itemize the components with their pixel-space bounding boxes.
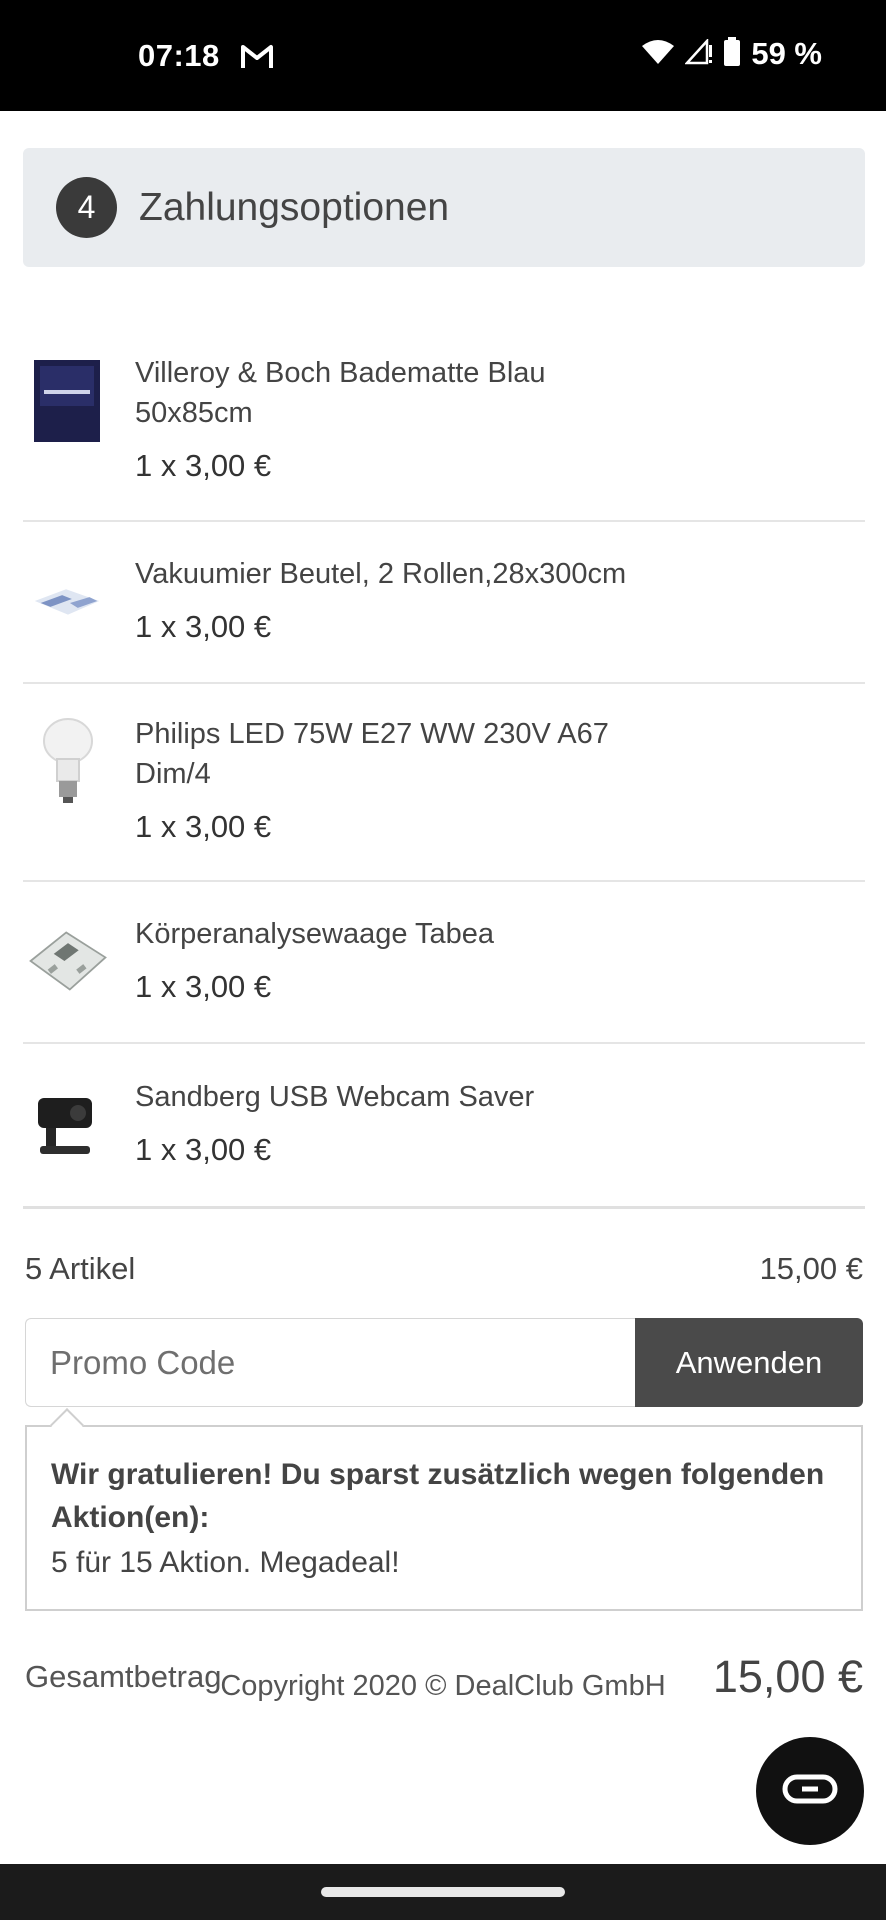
payment-options-step[interactable]: 4 Zahlungsoptionen [23,148,865,267]
cart-item-list: Villeroy & Boch Badematte Blau 50x85cm 1… [23,320,865,1209]
webcam-thumbnail [27,1077,109,1171]
status-icons: 59 % [641,36,822,72]
item-price: 1 x 3,00 € [135,609,272,644]
promotion-notice: Wir gratulieren! Du sparst zusätzlich we… [25,1408,863,1611]
chat-icon [782,1774,838,1809]
cart-item: Vakuumier Beutel, 2 Rollen,28x300cm 1 x … [23,522,865,684]
item-name: Villeroy & Boch Badematte Blau [135,357,546,389]
item-price: 1 x 3,00 € [135,809,272,844]
item-price: 1 x 3,00 € [135,969,272,1004]
promo-code-input[interactable] [25,1318,635,1407]
chat-button[interactable] [756,1737,864,1845]
item-price: 1 x 3,00 € [135,1132,272,1167]
gmail-icon [240,42,274,70]
items-subtotal: 15,00 € [759,1251,863,1286]
cart-item: Sandberg USB Webcam Saver 1 x 3,00 € [23,1044,865,1209]
signal-icon [684,37,713,70]
item-name-line2: Dim/4 [135,758,211,790]
item-name: Sandberg USB Webcam Saver [135,1081,535,1113]
item-price: 1 x 3,00 € [135,448,272,483]
checkout-page: 4 Zahlungsoptionen Villeroy & Boch Badem… [0,111,886,1864]
step-number-badge: 4 [56,177,117,238]
status-bar: 07:18 59 % [0,0,886,111]
battery-icon [723,36,741,72]
led-bulb-thumbnail [27,714,109,808]
apply-promo-button[interactable]: Anwenden [635,1318,863,1407]
item-name: Philips LED 75W E27 WW 230V A67 [135,718,609,750]
cart-item: Philips LED 75W E27 WW 230V A67 Dim/4 1 … [23,684,865,882]
status-time: 07:18 [138,38,220,73]
battery-percentage: 59 % [751,36,822,71]
item-name: Vakuumier Beutel, 2 Rollen,28x300cm [135,558,627,590]
vacuum-bags-thumbnail [27,554,109,648]
cart-item: Villeroy & Boch Badematte Blau 50x85cm 1… [23,320,865,522]
home-gesture-handle[interactable] [321,1887,565,1897]
items-summary: 5 Artikel 15,00 € [25,1251,863,1287]
scale-thumbnail [27,914,109,1008]
notice-title: Wir gratulieren! Du sparst zusätzlich we… [51,1458,825,1534]
notice-arrow [50,1408,84,1442]
notice-text: 5 für 15 Aktion. Megadeal! [51,1546,400,1579]
items-count-label: 5 Artikel [25,1251,136,1286]
item-name-line2: 50x85cm [135,397,253,429]
step-title: Zahlungsoptionen [139,185,450,229]
copyright-text: Copyright 2020 © DealClub GmbH [220,1670,666,1702]
promo-code-form: Anwenden [25,1318,863,1407]
item-name: Körperanalysewaage Tabea [135,918,495,950]
wifi-icon [641,39,675,70]
cart-item: Körperanalysewaage Tabea 1 x 3,00 € [23,882,865,1044]
navigation-bar [0,1864,886,1920]
bath-mat-thumbnail [27,353,109,447]
